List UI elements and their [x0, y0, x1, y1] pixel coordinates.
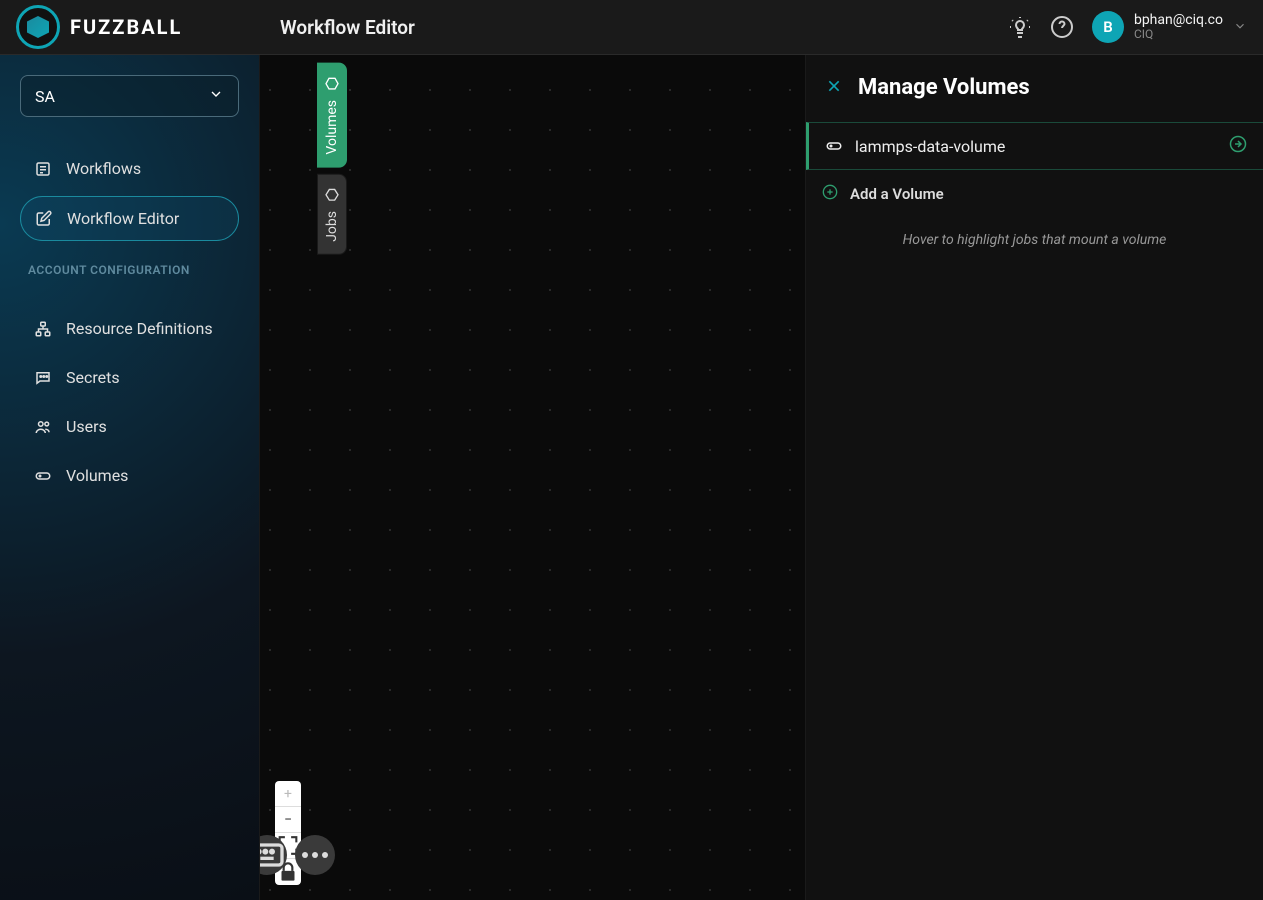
avatar: B — [1092, 11, 1124, 43]
sidebar-item-label: Volumes — [66, 466, 128, 485]
user-email: bphan@ciq.co — [1134, 13, 1223, 28]
chevron-down-icon — [1233, 18, 1247, 37]
sidebar-item-secrets[interactable]: Secrets — [20, 356, 239, 399]
tab-label: Jobs — [324, 211, 340, 242]
page-title: Workflow Editor — [260, 16, 1008, 39]
volume-name: lammps-data-volume — [855, 137, 1005, 156]
sidebar-item-label: Resource Definitions — [66, 319, 213, 338]
tab-jobs[interactable]: Jobs — [317, 174, 347, 255]
users-icon — [34, 418, 52, 436]
more-menu-button[interactable] — [295, 835, 335, 875]
list-icon — [34, 160, 52, 178]
volume-icon — [324, 76, 340, 92]
manage-volumes-panel: Manage Volumes lammps-data-volume Add a … — [805, 55, 1263, 900]
sidebar-item-label: Secrets — [66, 368, 120, 387]
sidebar-item-volumes[interactable]: Volumes — [20, 454, 239, 497]
user-menu[interactable]: B bphan@ciq.co CIQ — [1092, 11, 1247, 43]
help-icon[interactable] — [1050, 15, 1074, 39]
theme-toggle-icon[interactable] — [1008, 15, 1032, 39]
sidebar-item-label: Workflow Editor — [67, 209, 179, 228]
keyboard-shortcuts-button[interactable] — [260, 835, 287, 875]
org-selector[interactable]: SA — [20, 75, 239, 117]
volume-row[interactable]: lammps-data-volume — [806, 122, 1263, 170]
sidebar-item-label: Users — [66, 417, 107, 436]
drive-icon — [825, 137, 843, 155]
tab-volumes[interactable]: Volumes — [317, 63, 347, 168]
zoom-in-button[interactable]: + — [275, 781, 301, 807]
job-icon — [324, 187, 340, 203]
org-selector-value: SA — [35, 87, 55, 106]
add-volume-label: Add a Volume — [850, 185, 944, 203]
sidebar-item-users[interactable]: Users — [20, 405, 239, 448]
brand-logo[interactable]: FUZZBALL — [16, 5, 260, 49]
panel-title: Manage Volumes — [858, 75, 1030, 100]
brand-name: FUZZBALL — [70, 15, 182, 39]
sidebar-item-resource-definitions[interactable]: Resource Definitions — [20, 307, 239, 350]
add-volume-button[interactable]: Add a Volume — [806, 170, 1263, 218]
arrow-right-icon[interactable] — [1229, 135, 1247, 157]
chevron-down-icon — [208, 86, 224, 106]
logo-icon — [16, 5, 60, 49]
secret-icon — [34, 369, 52, 387]
tree-icon — [34, 320, 52, 338]
drive-icon — [34, 467, 52, 485]
panel-hint: Hover to highlight jobs that mount a vol… — [806, 218, 1263, 262]
sidebar-item-workflows[interactable]: Workflows — [20, 147, 239, 190]
sidebar-section-label: ACCOUNT CONFIGURATION — [28, 263, 231, 277]
edit-icon — [35, 210, 53, 228]
plus-circle-icon — [822, 184, 838, 204]
tab-label: Volumes — [324, 100, 340, 155]
user-org: CIQ — [1134, 28, 1223, 41]
workflow-canvas[interactable]: run-lammps Volumes Jobs — [260, 55, 805, 900]
sidebar-item-label: Workflows — [66, 159, 141, 178]
close-icon[interactable] — [826, 78, 842, 98]
sidebar-item-workflow-editor[interactable]: Workflow Editor — [20, 196, 239, 241]
zoom-out-button[interactable]: − — [275, 807, 301, 833]
